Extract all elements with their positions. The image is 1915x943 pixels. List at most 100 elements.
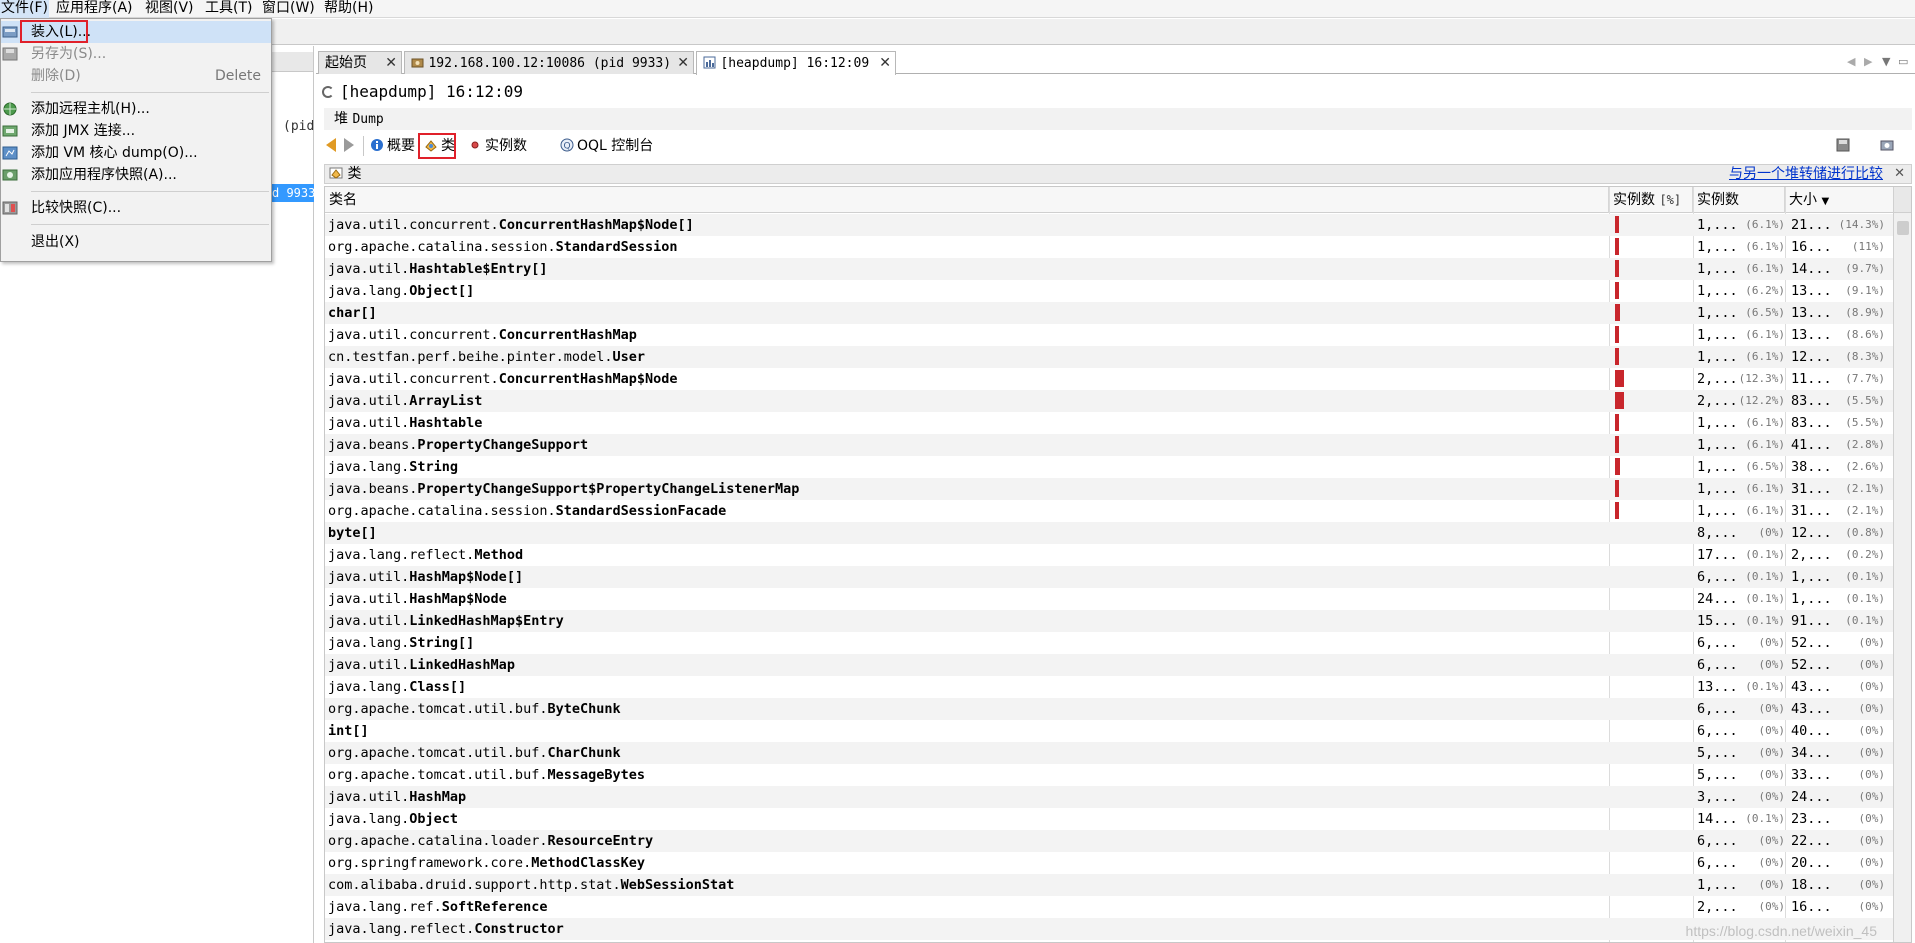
- menu-item-add-core-dump[interactable]: 添加 VM 核心 dump(O)...: [1, 142, 271, 164]
- table-row[interactable]: java.lang.reflect.Method 17... (0.1%) 2,...…: [325, 544, 1893, 566]
- table-row[interactable]: org.apache.tomcat.util.buf.CharChunk 5,..…: [325, 742, 1893, 764]
- close-icon[interactable]: ✕: [385, 52, 397, 74]
- table-row[interactable]: java.lang.String 1,... (6.5%) 38... (2.6%): [325, 456, 1893, 478]
- column-header-instances[interactable]: 实例数: [1693, 187, 1785, 213]
- table-row[interactable]: java.util.concurrent.ConcurrentHashMap$N…: [325, 368, 1893, 390]
- table-row[interactable]: java.util.Hashtable$Entry[] 1,... (6.1%) 14…: [325, 258, 1893, 280]
- menu-item-add-remote-host[interactable]: 添加远程主机(H)...: [1, 98, 271, 120]
- close-icon[interactable]: ✕: [879, 52, 891, 74]
- tab-start-page[interactable]: 起始页 ✕: [318, 51, 402, 74]
- table-row[interactable]: int[] 6,... (0%) 40... (0%): [325, 720, 1893, 742]
- oql-console-button[interactable]: Q OQL 控制台: [560, 135, 653, 157]
- classes-table: 类名 实例数 [%] 实例数 大小 ▼ java.util.concurrent…: [324, 186, 1912, 943]
- cell-size: 31... (2.1%): [1791, 478, 1885, 500]
- menu-window[interactable]: 窗口(W): [261, 0, 316, 18]
- instances-view-button[interactable]: 实例数: [468, 135, 527, 157]
- menu-item-delete[interactable]: 删除(D) Delete: [1, 65, 271, 87]
- table-row[interactable]: java.lang.Object 14... (0.1%) 23... (0%): [325, 808, 1893, 830]
- menu-separator: [31, 224, 269, 225]
- table-row[interactable]: cn.testfan.perf.beihe.pinter.model.User 1…: [325, 346, 1893, 368]
- save-heap-button[interactable]: [1836, 135, 1853, 157]
- scroll-tabs-left-icon[interactable]: ◀: [1847, 55, 1855, 68]
- menu-help[interactable]: 帮助(H): [323, 0, 374, 18]
- class-simple-name: Object[]: [409, 283, 475, 299]
- column-selector-icon[interactable]: [1894, 187, 1911, 213]
- size-percent: (0%): [1858, 878, 1886, 891]
- vertical-scrollbar[interactable]: [1893, 187, 1911, 942]
- table-row[interactable]: java.beans.PropertyChangeSupport$Propert…: [325, 478, 1893, 500]
- tree-item-selected-pid[interactable]: d 9933: [270, 184, 314, 202]
- cell-instances-bar: [1613, 434, 1689, 456]
- menu-item-save-as[interactable]: 另存为(S)...: [1, 43, 271, 65]
- table-row[interactable]: java.lang.String[] 6,... (0%) 52... (0%): [325, 632, 1893, 654]
- table-row[interactable]: java.util.LinkedHashMap 6,... (0%) 52... (0%…: [325, 654, 1893, 676]
- menu-tools[interactable]: 工具(T): [204, 0, 253, 18]
- menu-application[interactable]: 应用程序(A): [55, 0, 134, 18]
- maximize-icon[interactable]: ▭: [1898, 55, 1908, 68]
- tab-heapdump[interactable]: [heapdump] 16:12:09 ✕: [696, 51, 896, 75]
- load-icon: [2, 26, 18, 38]
- table-row[interactable]: org.apache.catalina.session.StandardSess…: [325, 500, 1893, 522]
- tab-remote-process[interactable]: 192.168.100.12:10086 (pid 9933) ✕: [404, 51, 694, 74]
- tabs-dropdown-icon[interactable]: ▼: [1882, 55, 1890, 68]
- scrollbar-thumb[interactable]: [1897, 221, 1909, 235]
- snapshot-heap-button[interactable]: [1880, 135, 1897, 157]
- cell-size: 11... (7.7%): [1791, 368, 1885, 390]
- table-row[interactable]: org.apache.tomcat.util.buf.ByteChunk 6,..…: [325, 698, 1893, 720]
- menu-view[interactable]: 视图(V): [144, 0, 195, 18]
- tree-item-pid-fragment[interactable]: (pid: [283, 119, 314, 134]
- forward-button[interactable]: [344, 135, 354, 157]
- class-package: java.util.: [328, 613, 410, 629]
- size-percent: (0%): [1858, 790, 1886, 803]
- table-row[interactable]: java.util.ArrayList 2,... (12.2%) 83... (5.5…: [325, 390, 1893, 412]
- instances-percent: (0%): [1758, 658, 1786, 671]
- page-title: [heapdump] 16:12:09: [322, 82, 523, 101]
- class-simple-name: MessageBytes: [547, 767, 645, 783]
- table-row[interactable]: java.lang.reflect.Constructor: [325, 918, 1893, 940]
- table-row[interactable]: java.util.concurrent.ConcurrentHashMap 1,…: [325, 324, 1893, 346]
- table-row[interactable]: java.beans.PropertyChangeSupport 1,... (6.…: [325, 434, 1893, 456]
- instances-percent-bar: [1615, 392, 1624, 409]
- scroll-tabs-right-icon[interactable]: ▶: [1864, 55, 1872, 68]
- table-row[interactable]: org.apache.catalina.loader.ResourceEntry…: [325, 830, 1893, 852]
- cell-size: 22... (0%): [1791, 830, 1885, 852]
- menu-item-add-jmx[interactable]: 添加 JMX 连接...: [1, 120, 271, 142]
- cell-instances: 1,... (0%): [1697, 874, 1785, 896]
- menu-file[interactable]: 文件(F): [0, 0, 49, 18]
- table-row[interactable]: com.alibaba.druid.support.http.stat.WebS…: [325, 874, 1893, 896]
- close-icon[interactable]: ✕: [677, 52, 689, 74]
- table-row[interactable]: org.apache.catalina.session.StandardSess…: [325, 236, 1893, 258]
- menu-item-add-snapshot[interactable]: 添加应用程序快照(A)...: [1, 164, 271, 186]
- menu-item-exit[interactable]: 退出(X): [1, 231, 271, 253]
- instances-percent: (0%): [1758, 900, 1786, 913]
- column-header-class-name[interactable]: 类名: [325, 187, 1609, 213]
- table-row[interactable]: java.lang.ref.SoftReference 2,... (0%) 16..…: [325, 896, 1893, 918]
- class-simple-name: LinkedHashMap$Entry: [409, 613, 564, 629]
- size-percent: (0.1%): [1845, 592, 1885, 605]
- table-row[interactable]: org.apache.tomcat.util.buf.MessageBytes 5…: [325, 764, 1893, 786]
- back-button[interactable]: [326, 135, 336, 157]
- table-row[interactable]: java.util.HashMap 3,... (0%) 24... (0%): [325, 786, 1893, 808]
- class-package: java.util.: [328, 415, 410, 431]
- table-row[interactable]: java.util.Hashtable 1,... (6.1%) 83... (5.5%…: [325, 412, 1893, 434]
- table-row[interactable]: java.lang.Object[] 1,... (6.2%) 13... (9.1%): [325, 280, 1893, 302]
- column-header-instances-pct[interactable]: 实例数 [%]: [1609, 187, 1693, 213]
- table-row[interactable]: java.util.concurrent.ConcurrentHashMap$N…: [325, 214, 1893, 236]
- table-row[interactable]: java.util.LinkedHashMap$Entry 15... (0.1%)…: [325, 610, 1893, 632]
- class-package: java.lang.: [328, 811, 410, 827]
- table-row[interactable]: org.springframework.core.MethodClassKey 6…: [325, 852, 1893, 874]
- compare-heapdump-link[interactable]: 与另一个堆转储进行比较: [1729, 165, 1883, 183]
- class-package: java.util.: [328, 591, 410, 607]
- summary-view-button[interactable]: 概要: [370, 135, 415, 157]
- table-row[interactable]: char[] 1,... (6.5%) 13... (8.9%): [325, 302, 1893, 324]
- size-value: 1,...: [1791, 569, 1832, 585]
- size-value: 21...: [1791, 217, 1832, 233]
- table-row[interactable]: byte[] 8,... (0%) 12... (0.8%): [325, 522, 1893, 544]
- column-header-size[interactable]: 大小 ▼: [1785, 187, 1893, 213]
- table-row[interactable]: java.util.HashMap$Node[] 6,... (0.1%) 1,...…: [325, 566, 1893, 588]
- table-row[interactable]: java.util.HashMap$Node 24... (0.1%) 1,... (0…: [325, 588, 1893, 610]
- menu-item-compare-snapshots[interactable]: 比较快照(C)...: [1, 197, 271, 219]
- close-icon[interactable]: ✕: [1894, 165, 1905, 183]
- heapdump-icon: [703, 56, 716, 69]
- table-row[interactable]: java.lang.Class[] 13... (0.1%) 43... (0%): [325, 676, 1893, 698]
